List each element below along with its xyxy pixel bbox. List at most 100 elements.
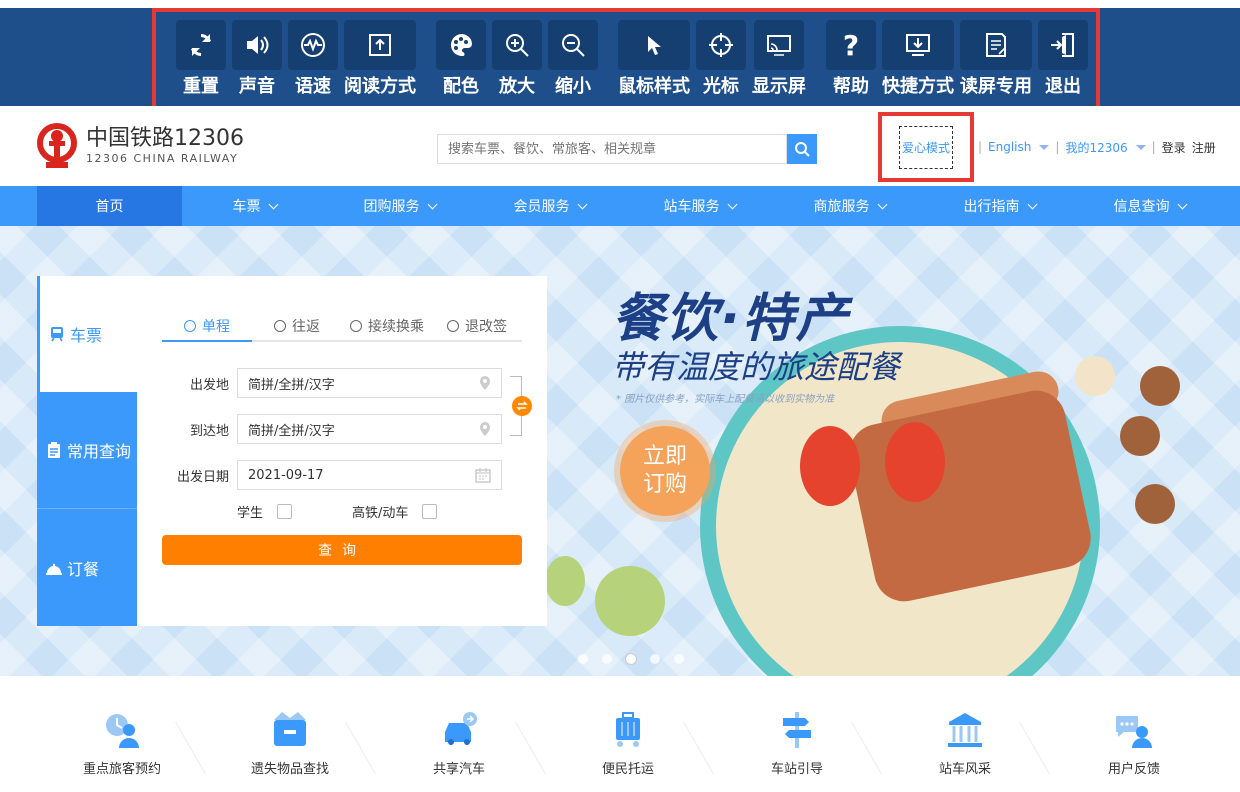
side-tab-meal[interactable]: 订餐	[37, 508, 137, 626]
tab-one-way[interactable]: 单程	[162, 312, 252, 342]
nav-business[interactable]: 商旅服务	[777, 186, 922, 226]
banner-subtitle: 带有温度的旅途配餐	[612, 348, 901, 386]
service-feedback[interactable]: 用户反馈	[1049, 710, 1219, 777]
top-links: 爱心模式 | English | 我的12306 | 登录 注册	[878, 112, 1222, 182]
lime-image	[595, 566, 665, 636]
list-circle-icon	[274, 320, 286, 332]
student-label: 学生	[237, 506, 264, 521]
search-input[interactable]	[437, 134, 787, 164]
service-luggage[interactable]: 便民托运	[543, 710, 713, 777]
highspeed-checkbox[interactable]	[422, 504, 438, 519]
toolbar-zoom-in[interactable]: 放大	[492, 20, 542, 100]
search-button[interactable]	[787, 134, 817, 164]
nav-group-buy[interactable]: 团购服务	[327, 186, 472, 226]
chevron-down-icon	[1039, 144, 1050, 150]
location-pin-icon	[480, 376, 490, 390]
service-lost-found[interactable]: 遗失物品查找	[205, 710, 375, 777]
toolbar-crosshair[interactable]: 光标	[696, 20, 746, 100]
toolbar-screen-reader[interactable]: 读屏专用	[960, 20, 1032, 100]
divider: |	[978, 140, 983, 154]
location-pin-icon	[480, 422, 490, 436]
tomato-image	[800, 426, 860, 506]
refresh-circle-icon	[350, 320, 362, 332]
side-tab-common-query[interactable]: 常用查询	[37, 392, 137, 508]
carousel-dots	[578, 654, 698, 664]
logo-title: 中国铁路12306	[86, 126, 244, 151]
service-station-guide[interactable]: 车站引导	[712, 710, 882, 777]
tab-round-trip[interactable]: 往返	[252, 312, 342, 340]
toolbar-sound[interactable]: 声音	[232, 20, 282, 100]
from-station-input[interactable]: 简拼/全拼/汉字	[237, 368, 502, 398]
carousel-dot[interactable]	[674, 654, 684, 664]
zoom-out-icon	[548, 20, 598, 70]
toolbar-cursor-style[interactable]: 鼠标样式	[618, 20, 690, 100]
order-now-button[interactable]: 立即 订购	[620, 426, 710, 516]
luggage-icon	[616, 712, 640, 747]
ticket-booking-panel: 车票 常用查询 订餐 单程 往返 接续换乘 退改签 出发地 简拼/全拼/汉字 到…	[37, 276, 547, 626]
toolbar-help[interactable]: ? 帮助	[826, 20, 876, 100]
nut-image	[1140, 366, 1180, 406]
login-link[interactable]: 登录	[1162, 139, 1186, 156]
nav-info-query[interactable]: 信息查询	[1077, 186, 1222, 226]
chevron-down-icon	[1027, 199, 1037, 209]
service-priority-passenger[interactable]: 重点旅客预约	[37, 710, 207, 777]
toolbar-screen[interactable]: 显示屏	[752, 20, 806, 100]
toolbar-palette[interactable]: 配色	[436, 20, 486, 100]
filters-row: 学生 高铁/动车	[237, 502, 438, 521]
shortcut-icon	[882, 20, 954, 70]
nut-image	[1120, 416, 1160, 456]
service-car-share[interactable]: 共享汽车	[374, 710, 544, 777]
toolbar-read-mode[interactable]: 阅读方式	[344, 20, 416, 100]
banner-title: 餐饮·特产	[612, 289, 850, 349]
query-button[interactable]: 查询	[162, 535, 522, 565]
calendar-icon	[475, 468, 491, 483]
toolbar-shortcut[interactable]: 快捷方式	[882, 20, 954, 100]
to-station-input[interactable]: 简拼/全拼/汉字	[237, 414, 502, 444]
site-logo[interactable]: 中国铁路12306 12306 CHINA RAILWAY	[36, 122, 244, 170]
speed-icon	[288, 20, 338, 70]
tomato-image	[885, 422, 945, 502]
cursor-icon	[618, 20, 690, 70]
logo-subtitle: 12306 CHINA RAILWAY	[86, 152, 239, 165]
toolbar-zoom-out[interactable]: 缩小	[548, 20, 598, 100]
my12306-menu[interactable]: 我的12306	[1065, 139, 1146, 156]
carousel-dot[interactable]	[650, 654, 660, 664]
train-icon	[51, 327, 63, 342]
register-link[interactable]: 注册	[1192, 139, 1216, 156]
toolbar-reset[interactable]: 重置	[176, 20, 226, 100]
carousel-dot-active[interactable]	[626, 654, 636, 664]
crosshair-icon	[696, 20, 746, 70]
language-switch[interactable]: English	[988, 140, 1050, 154]
tab-refund-change[interactable]: 退改签	[432, 312, 522, 340]
swap-icon	[516, 401, 528, 411]
nav-home[interactable]: 首页	[37, 186, 182, 226]
care-mode-highlight: 爱心模式	[878, 112, 974, 182]
zoom-in-icon	[492, 20, 542, 70]
banner-note: * 图片仅供参考，实际车上配餐请以收到实物为准	[616, 394, 835, 405]
student-checkbox[interactable]	[277, 504, 293, 519]
main-nav: 首页 车票 团购服务 会员服务 站车服务 商旅服务 出行指南 信息查询	[0, 186, 1240, 226]
toolbar-speed[interactable]: 语速	[288, 20, 338, 100]
date-row: 出发日期 2021-09-17	[162, 460, 502, 490]
divider: |	[1151, 140, 1156, 154]
screen-reader-icon	[960, 20, 1032, 70]
chevron-down-icon	[1135, 144, 1146, 150]
care-mode-link[interactable]: 爱心模式	[898, 125, 953, 169]
tab-transfer[interactable]: 接续换乘	[342, 312, 432, 340]
signpost-icon	[783, 712, 811, 748]
nav-membership[interactable]: 会员服务	[477, 186, 622, 226]
swap-stations-button[interactable]	[512, 396, 532, 416]
toolbar-exit[interactable]: 退出	[1038, 20, 1088, 100]
from-row: 出发地 简拼/全拼/汉字	[162, 368, 502, 398]
carousel-dot[interactable]	[602, 654, 612, 664]
service-station-style[interactable]: 站车风采	[880, 710, 1050, 777]
side-tab-tickets[interactable]: 车票	[37, 276, 137, 392]
carousel-dot[interactable]	[578, 654, 588, 664]
nav-station-service[interactable]: 站车服务	[627, 186, 772, 226]
service-shortcuts: 重点旅客预约 遗失物品查找 共享汽车 便民托运 车站引导 站车风采 用户反馈	[0, 676, 1240, 792]
nav-tickets[interactable]: 车票	[182, 186, 327, 226]
nav-travel-guide[interactable]: 出行指南	[927, 186, 1072, 226]
railway-logo-icon	[37, 123, 77, 168]
palette-icon	[436, 20, 486, 70]
departure-date-input[interactable]: 2021-09-17	[237, 460, 502, 490]
